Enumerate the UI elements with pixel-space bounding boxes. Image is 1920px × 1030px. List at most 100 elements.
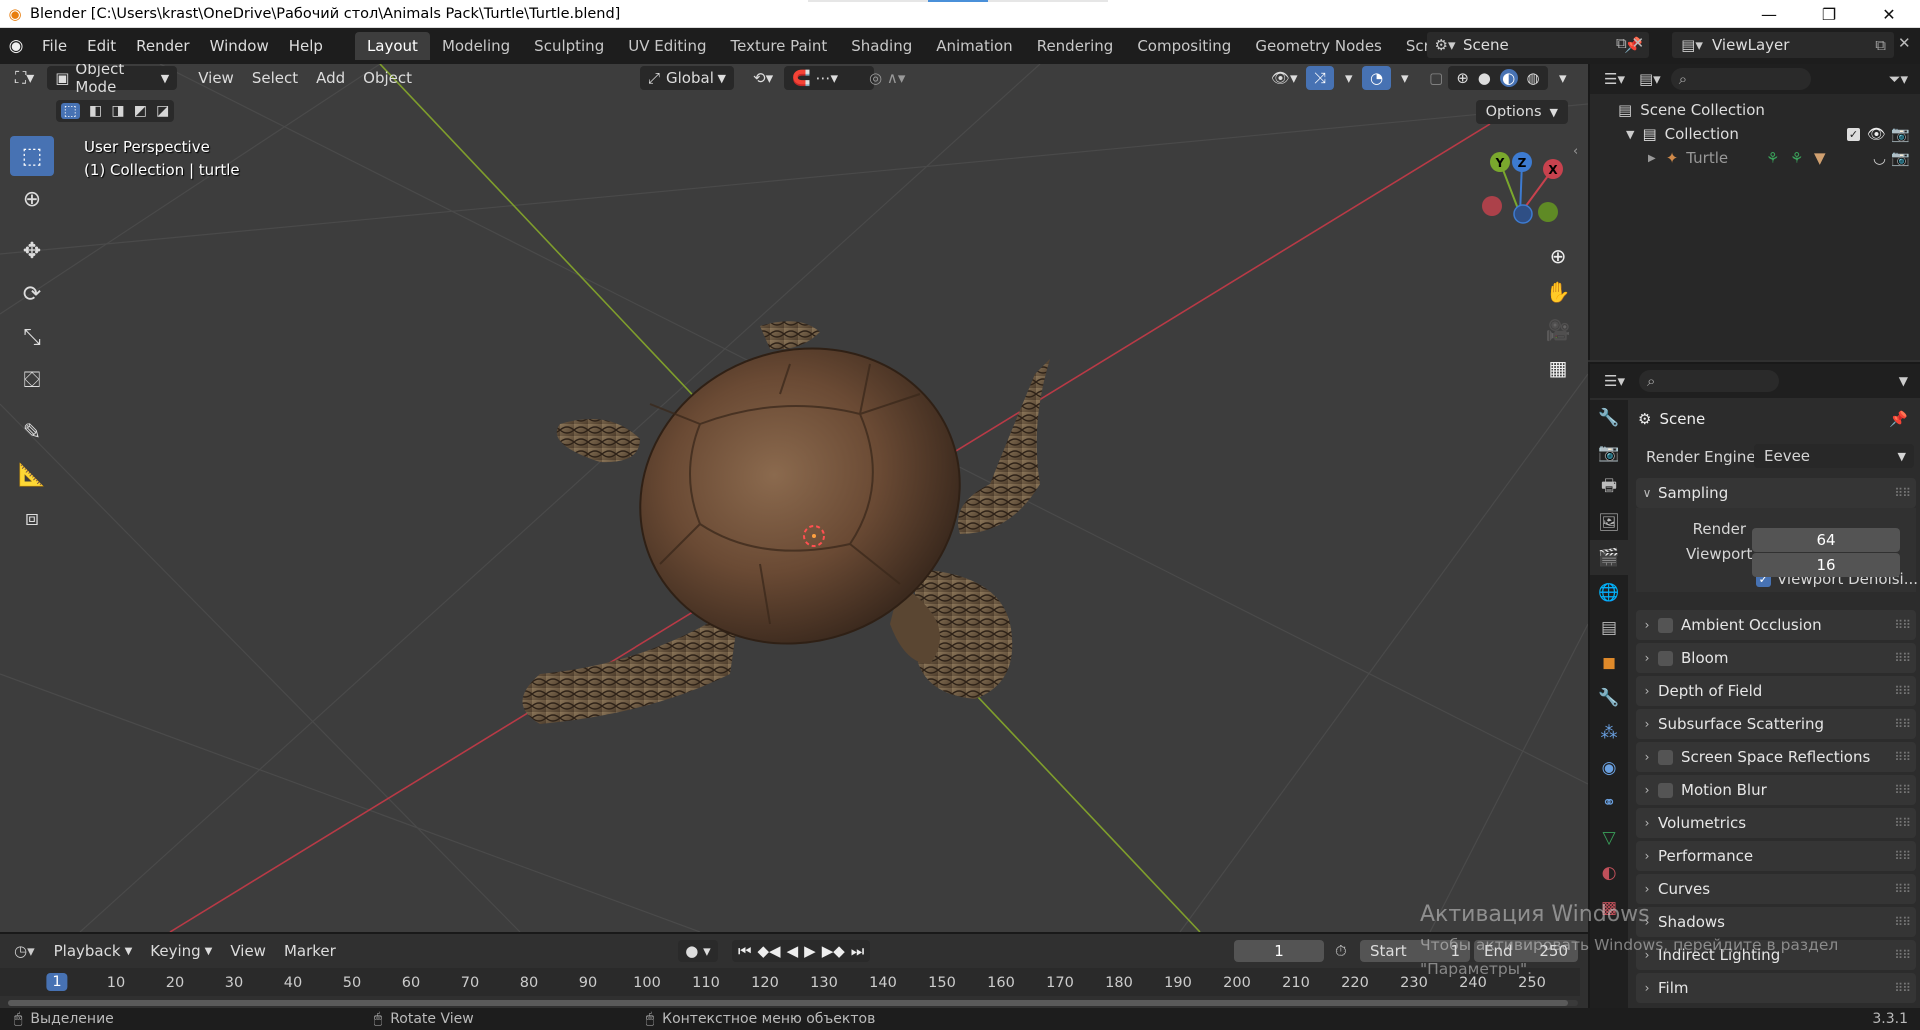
material-icon[interactable]: ▼ [1814, 149, 1826, 167]
output-tab-icon[interactable]: 🖶 [1590, 470, 1628, 505]
select-subtract-icon[interactable]: ◨ [111, 103, 124, 119]
drag-handle-icon[interactable]: ⠿⠿ [1894, 981, 1911, 995]
menu-marker[interactable]: Marker [275, 939, 345, 963]
camera-icon[interactable]: 📷 [1891, 125, 1910, 143]
tab-uv-editing[interactable]: UV Editing [616, 32, 718, 60]
jump-end-icon[interactable]: ⏭ [851, 942, 865, 960]
wireframe-shading-icon[interactable]: ⊕ [1456, 69, 1469, 87]
display-mode-icon[interactable]: ▤▾ [1639, 70, 1661, 88]
options-dropdown[interactable]: Options ▼ [1475, 100, 1568, 124]
curves-panel[interactable]: › Curves ⠿⠿ [1636, 874, 1916, 904]
solid-shading-icon[interactable]: ● [1478, 69, 1491, 87]
drag-handle-icon[interactable]: ⠿⠿ [1894, 915, 1911, 929]
blender-menu-icon[interactable]: ◉ [0, 36, 32, 56]
bone-icon[interactable]: ⚘ [1766, 149, 1779, 167]
data-tab-icon[interactable]: ▽ [1590, 820, 1628, 855]
minimize-button[interactable]: — [1740, 0, 1798, 28]
tab-animation[interactable]: Animation [924, 32, 1024, 60]
exclude-checkbox[interactable]: ✓ [1847, 127, 1860, 141]
drag-handle-icon[interactable]: ⠿⠿ [1894, 816, 1911, 830]
camera-icon[interactable]: 📷 [1891, 149, 1910, 167]
rendered-shading-icon[interactable]: ◍ [1526, 69, 1539, 87]
menu-keying[interactable]: Keying ▼ [141, 939, 221, 963]
outliner-search-input[interactable]: ⌕ [1670, 68, 1811, 90]
object-tab-icon[interactable]: ◼ [1590, 645, 1628, 680]
drag-handle-icon[interactable]: ⠿⠿ [1894, 684, 1911, 698]
disclosure-open-icon[interactable]: ▼ [1626, 128, 1634, 141]
tab-modeling[interactable]: Modeling [430, 32, 522, 60]
preview-range-icon[interactable]: ⏱ [1335, 942, 1347, 960]
tab-texture-paint[interactable]: Texture Paint [718, 32, 839, 60]
indirect-lighting-panel[interactable]: › Indirect Lighting ⠿⠿ [1636, 940, 1916, 970]
ambient-occlusion-panel[interactable]: › Ambient Occlusion ⠿⠿ [1636, 610, 1916, 640]
pose-icon[interactable]: ⚘ [1790, 149, 1803, 167]
rotate-tool-icon[interactable]: ⟳ [10, 274, 54, 314]
eye-icon[interactable]: 👁 [1867, 125, 1886, 143]
performance-panel[interactable]: › Performance ⠿⠿ [1636, 841, 1916, 871]
ambient-occlusion-checkbox[interactable] [1658, 617, 1673, 633]
transform-tool-icon[interactable]: ⛋ [10, 360, 54, 400]
filter-icon[interactable]: ⏷▾ [1888, 70, 1908, 88]
menu-object[interactable]: Object [354, 66, 421, 90]
particles-tab-icon[interactable]: ⁂ [1590, 715, 1628, 750]
properties-editor-icon[interactable]: ☰▾ [1604, 372, 1625, 390]
depth-of-field-panel[interactable]: › Depth of Field ⠿⠿ [1636, 676, 1916, 706]
pin-icon[interactable]: 📌 [1889, 410, 1908, 428]
chevron-down-icon[interactable]: ▼ [1899, 374, 1908, 388]
menu-help[interactable]: Help [279, 33, 333, 59]
new-view-layer-icon[interactable]: ⧉ [1875, 36, 1886, 54]
motion-blur-panel[interactable]: › Motion Blur ⠿⠿ [1636, 775, 1916, 805]
frame-ruler[interactable]: 1 10 20 30 40 50 60 70 80 90 100 110 120 130 140 150 160… [0, 968, 1580, 996]
3d-viewport[interactable]: Y Z X ⛶▾ ▣ Object Mode ▼ View Select Add… [0, 64, 1588, 932]
move-tool-icon[interactable]: ✥ [10, 231, 54, 271]
timeline-scrollbar[interactable] [8, 1000, 1578, 1006]
world-tab-icon[interactable]: 🌐 [1590, 575, 1628, 610]
render-tab-icon[interactable]: 📷 [1590, 435, 1628, 470]
editor-type-icon[interactable]: ⛶▾ [6, 66, 43, 90]
gizmo-dropdown-icon[interactable]: ▾ [1336, 66, 1362, 90]
drag-handle-icon[interactable]: ⠿⠿ [1894, 618, 1911, 632]
motion-blur-checkbox[interactable] [1658, 782, 1673, 798]
menu-playback[interactable]: Playback ▼ [45, 939, 142, 963]
tab-sculpting[interactable]: Sculpting [522, 32, 616, 60]
proportional-editing-icon[interactable]: ◎ ∧▾ [860, 66, 914, 90]
shading-modes[interactable]: ⊕ ● ◐ ◍ [1448, 66, 1548, 90]
visibility-icon[interactable]: 👁▾ [1262, 66, 1307, 90]
gizmo-toggle-icon[interactable]: ⤨ [1306, 66, 1335, 90]
end-frame-field[interactable]: End 250 [1474, 940, 1578, 962]
shadows-panel[interactable]: › Shadows ⠿⠿ [1636, 907, 1916, 937]
render-samples-field[interactable]: 64 [1752, 528, 1900, 552]
play-icon[interactable]: ▶ [804, 942, 816, 960]
tab-geometry-nodes[interactable]: Geometry Nodes [1243, 32, 1394, 60]
prev-keyframe-icon[interactable]: ◆◀ [758, 942, 781, 960]
material-tab-icon[interactable]: ◐ [1590, 855, 1628, 890]
menu-render[interactable]: Render [126, 33, 199, 59]
timeline-editor-icon[interactable]: ◷▾ [14, 942, 35, 960]
tab-rendering[interactable]: Rendering [1025, 32, 1126, 60]
overlays-dropdown-icon[interactable]: ▾ [1392, 66, 1418, 90]
outliner-editor-icon[interactable]: ☰▾ [1604, 70, 1625, 88]
sidebar-toggle-icon[interactable]: ‹ [1573, 144, 1578, 159]
menu-timeline-view[interactable]: View [221, 939, 275, 963]
menu-file[interactable]: File [32, 33, 77, 59]
select-invert-icon[interactable]: ◩ [134, 103, 147, 119]
collection-tab-icon[interactable]: ▤ [1590, 610, 1628, 645]
current-frame-marker[interactable]: 1 [46, 973, 68, 991]
film-panel[interactable]: › Film ⠿⠿ [1636, 973, 1916, 1003]
pan-hand-icon[interactable]: ✋ [1540, 276, 1576, 308]
menu-view[interactable]: View [189, 66, 243, 90]
menu-add[interactable]: Add [307, 66, 354, 90]
next-keyframe-icon[interactable]: ▶◆ [822, 942, 845, 960]
new-scene-icon[interactable]: ⧉ ✕ [1616, 34, 1644, 52]
screen-space-reflections-panel[interactable]: › Screen Space Reflections ⠿⠿ [1636, 742, 1916, 772]
volumetrics-panel[interactable]: › Volumetrics ⠿⠿ [1636, 808, 1916, 838]
zoom-icon[interactable]: ⊕ [1540, 240, 1576, 272]
annotate-tool-icon[interactable]: ✎ [10, 412, 54, 452]
overlays-icon[interactable]: ◔ [1362, 66, 1392, 90]
menu-window[interactable]: Window [200, 33, 279, 59]
ortho-toggle-icon[interactable]: ▦ [1540, 352, 1576, 384]
tab-shading[interactable]: Shading [839, 32, 924, 60]
start-frame-field[interactable]: Start 1 [1360, 940, 1470, 962]
drag-handle-icon[interactable]: ⠿⠿ [1894, 717, 1911, 731]
view-layer-selector[interactable]: ▤▾ ViewLayer ⧉ [1672, 32, 1894, 58]
